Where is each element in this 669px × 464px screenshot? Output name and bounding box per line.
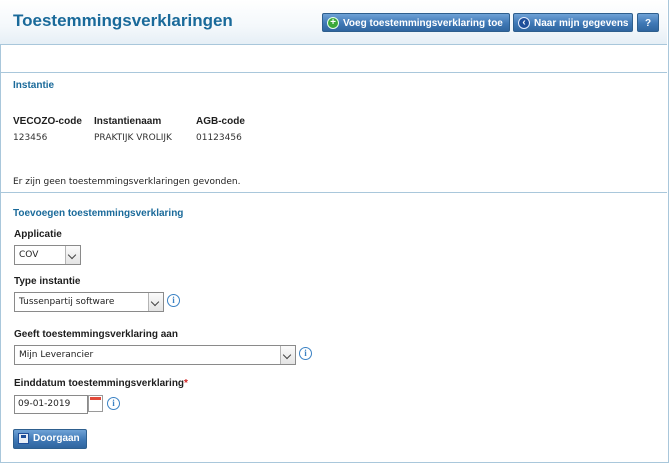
applicatie-select[interactable]: COV	[14, 245, 81, 265]
calendar-icon[interactable]	[88, 395, 103, 412]
instantienaam-value: PRAKTIJK VROLIJK	[94, 133, 172, 143]
add-consent-section-title: Toevoegen toestemmingsverklaring	[13, 208, 184, 219]
type-instantie-value: Tussenpartij software	[19, 297, 115, 307]
divider	[0, 192, 667, 193]
save-disk-icon	[18, 433, 29, 444]
einddatum-label: Einddatum toestemmingsverklaring*	[14, 378, 188, 389]
type-instantie-select[interactable]: Tussenpartij software	[14, 292, 164, 312]
divider	[0, 72, 667, 73]
geeft-aan-value: Mijn Leverancier	[19, 350, 94, 360]
instantie-section-title: Instantie	[13, 80, 55, 91]
empty-message: Er zijn geen toestemmingsverklaringen ge…	[13, 177, 241, 187]
back-to-my-data-button[interactable]: ‹ Naar mijn gegevens	[513, 13, 633, 32]
agb-code-header: AGB-code	[196, 116, 245, 127]
required-mark: *	[184, 378, 188, 389]
doorgaan-button[interactable]: Doorgaan	[13, 429, 87, 449]
agb-code-value: 01123456	[196, 133, 242, 143]
plus-circle-icon: +	[327, 17, 339, 29]
info-icon[interactable]: i	[167, 294, 180, 307]
back-label: Naar mijn gegevens	[534, 18, 629, 29]
help-button[interactable]: ?	[637, 13, 659, 32]
chevron-down-icon	[65, 246, 80, 264]
info-icon[interactable]: i	[299, 347, 312, 360]
page-header: Toestemmingsverklaringen + Voeg toestemm…	[0, 0, 667, 45]
chevron-down-icon	[148, 293, 163, 311]
vecozo-code-value: 123456	[13, 133, 48, 143]
arrow-left-circle-icon: ‹	[518, 17, 530, 29]
page-frame	[0, 0, 669, 463]
geeft-aan-select[interactable]: Mijn Leverancier	[14, 345, 296, 365]
add-consent-label: Voeg toestemmingsverklaring toe	[343, 18, 503, 29]
vecozo-code-header: VECOZO-code	[13, 116, 82, 127]
instantienaam-header: Instantienaam	[94, 116, 162, 127]
chevron-down-icon	[280, 346, 295, 364]
geeft-aan-label: Geeft toestemmingsverklaring aan	[14, 329, 178, 340]
page-title: Toestemmingsverklaringen	[13, 11, 233, 30]
einddatum-input[interactable]: 09-01-2019	[14, 395, 88, 414]
applicatie-label: Applicatie	[14, 229, 62, 240]
einddatum-label-text: Einddatum toestemmingsverklaring	[14, 378, 185, 389]
info-icon[interactable]: i	[107, 397, 120, 410]
doorgaan-label: Doorgaan	[33, 433, 80, 444]
applicatie-value: COV	[19, 250, 39, 260]
add-consent-button[interactable]: + Voeg toestemmingsverklaring toe	[322, 13, 510, 32]
type-instantie-label: Type instantie	[14, 276, 81, 287]
